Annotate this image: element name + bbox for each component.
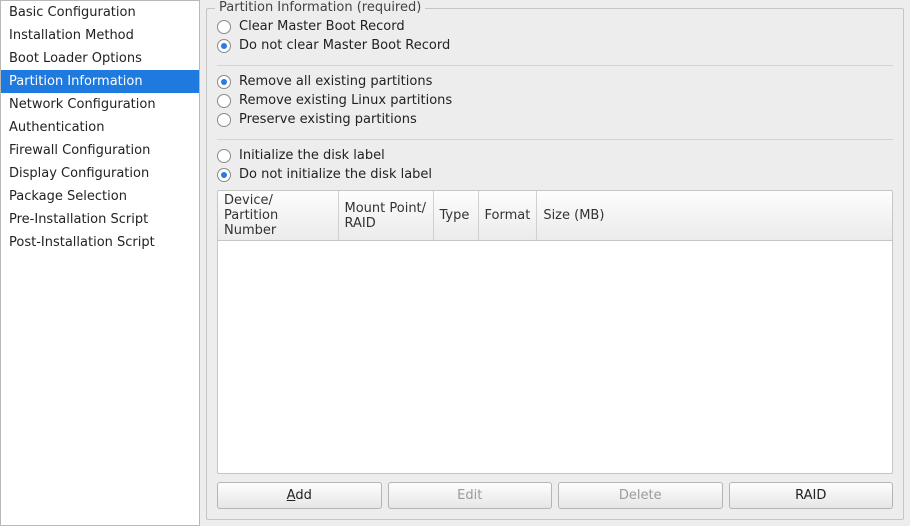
radio-indicator [217, 168, 231, 182]
sidebar-item-pre-installation-script[interactable]: Pre-Installation Script [1, 208, 199, 231]
separator [217, 139, 893, 140]
radio-indicator [217, 94, 231, 108]
radio-label: Do not initialize the disk label [239, 167, 432, 182]
col-mount[interactable]: Mount Point/RAID [338, 191, 433, 241]
sidebar-item-partition-information[interactable]: Partition Information [1, 70, 199, 93]
delete-button[interactable]: Delete [558, 482, 723, 509]
sidebar-navigation: Basic ConfigurationInstallation MethodBo… [0, 0, 200, 526]
radio-indicator [217, 20, 231, 34]
col-device[interactable]: Device/Partition Number [218, 191, 338, 241]
sidebar-item-authentication[interactable]: Authentication [1, 116, 199, 139]
radio-label: Initialize the disk label [239, 148, 385, 163]
sidebar-item-boot-loader-options[interactable]: Boot Loader Options [1, 47, 199, 70]
radio-noinit-disklabel[interactable]: Do not initialize the disk label [217, 165, 893, 184]
radio-indicator [217, 39, 231, 53]
radio-preserve[interactable]: Preserve existing partitions [217, 110, 893, 129]
separator [217, 65, 893, 66]
radio-label: Clear Master Boot Record [239, 19, 405, 34]
group-title: Partition Information (required) [215, 0, 425, 15]
sidebar-item-post-installation-script[interactable]: Post-Installation Script [1, 231, 199, 254]
col-size[interactable]: Size (MB) [537, 191, 892, 241]
main-panel: Partition Information (required) Clear M… [200, 0, 910, 526]
add-button[interactable]: Add [217, 482, 382, 509]
partition-info-group: Partition Information (required) Clear M… [206, 8, 904, 520]
sidebar-item-firewall-configuration[interactable]: Firewall Configuration [1, 139, 199, 162]
col-format[interactable]: Format [478, 191, 537, 241]
sidebar-item-package-selection[interactable]: Package Selection [1, 185, 199, 208]
partition-table[interactable]: Device/Partition Number Mount Point/RAID… [217, 190, 893, 474]
raid-button[interactable]: RAID [729, 482, 894, 509]
mbr-radio-group: Clear Master Boot Record Do not clear Ma… [217, 17, 893, 55]
radio-indicator [217, 113, 231, 127]
button-row: Add Edit Delete RAID [217, 482, 893, 509]
radio-remove-all[interactable]: Remove all existing partitions [217, 72, 893, 91]
radio-label: Remove all existing partitions [239, 74, 432, 89]
sidebar-item-display-configuration[interactable]: Display Configuration [1, 162, 199, 185]
radio-init-disklabel[interactable]: Initialize the disk label [217, 146, 893, 165]
radio-indicator [217, 149, 231, 163]
sidebar-item-basic-configuration[interactable]: Basic Configuration [1, 1, 199, 24]
sidebar-item-installation-method[interactable]: Installation Method [1, 24, 199, 47]
disklabel-radio-group: Initialize the disk label Do not initial… [217, 146, 893, 184]
partitions-radio-group: Remove all existing partitions Remove ex… [217, 72, 893, 129]
edit-button[interactable]: Edit [388, 482, 553, 509]
radio-label: Do not clear Master Boot Record [239, 38, 450, 53]
radio-clear-mbr[interactable]: Clear Master Boot Record [217, 17, 893, 36]
radio-label: Remove existing Linux partitions [239, 93, 452, 108]
radio-remove-linux[interactable]: Remove existing Linux partitions [217, 91, 893, 110]
radio-indicator [217, 75, 231, 89]
radio-noclear-mbr[interactable]: Do not clear Master Boot Record [217, 36, 893, 55]
sidebar-item-network-configuration[interactable]: Network Configuration [1, 93, 199, 116]
radio-label: Preserve existing partitions [239, 112, 417, 127]
col-type[interactable]: Type [433, 191, 478, 241]
